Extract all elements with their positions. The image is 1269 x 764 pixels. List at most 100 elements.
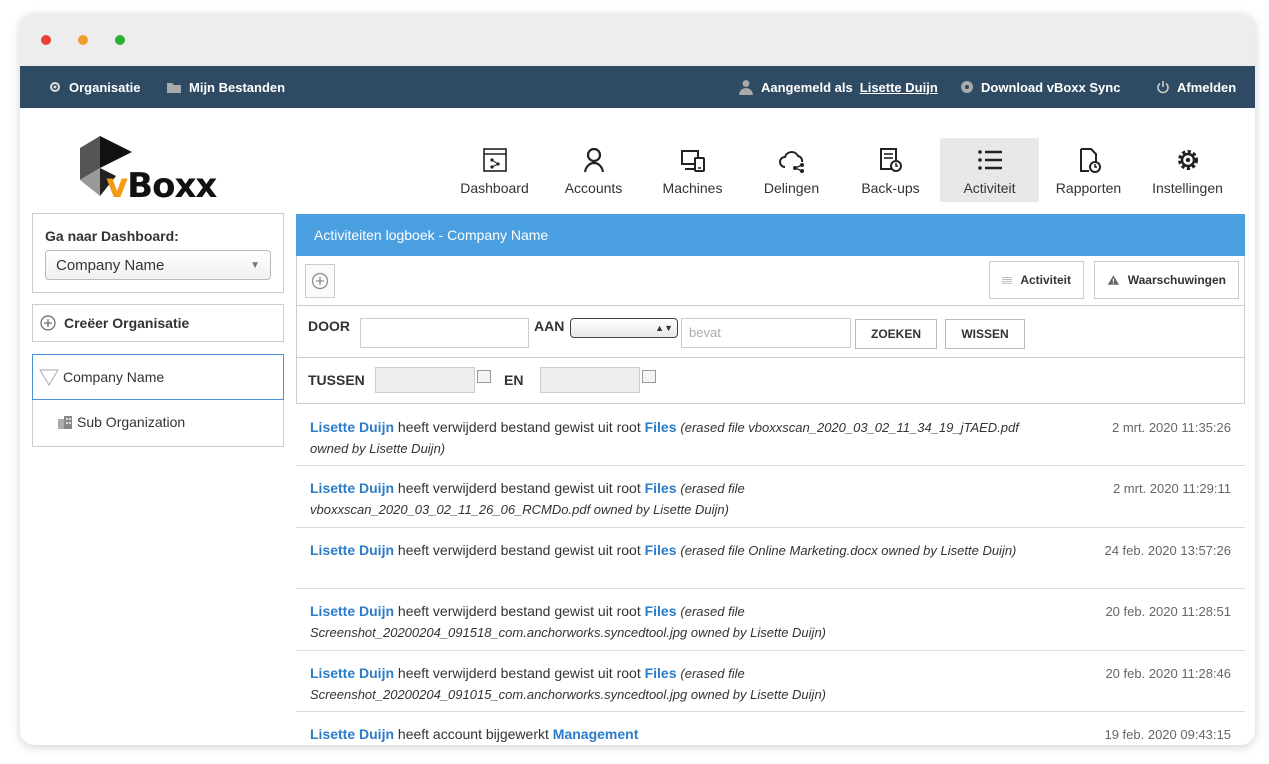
dashboard-select-value: Company Name — [56, 256, 165, 274]
entry-target-link[interactable]: Files — [645, 419, 677, 435]
mijn-bestanden-link[interactable]: Mijn Bestanden — [166, 66, 285, 108]
building-icon — [58, 416, 72, 429]
nav-accounts[interactable]: Accounts — [544, 138, 643, 202]
entry-user-link[interactable]: Lisette Duijn — [310, 665, 394, 681]
nav-back-ups[interactable]: Back-ups — [841, 138, 940, 202]
main-navigation: Dashboard Accounts Machines Delingen Bac… — [445, 138, 1237, 204]
entry-action: heeft verwijderd bestand gewist uit root — [394, 664, 645, 681]
zoeken-label: ZOEKEN — [870, 327, 921, 341]
organisatie-link[interactable]: Organisatie — [48, 66, 141, 108]
dashboard-selector-label: Ga naar Dashboard: — [45, 228, 179, 244]
download-sync-link[interactable]: Download vBoxx Sync — [960, 66, 1120, 108]
add-filter-button[interactable] — [305, 264, 335, 298]
plus-circle-icon — [40, 315, 56, 331]
chevron-down-icon: ▼ — [250, 259, 260, 271]
wissen-button[interactable]: WISSEN — [945, 319, 1025, 349]
nav-rapporten-label: Rapporten — [1055, 180, 1122, 196]
entry-action: heeft verwijderd bestand gewist uit root — [394, 480, 645, 497]
cloud-share-icon — [778, 151, 804, 173]
zoeken-button[interactable]: ZOEKEN — [855, 319, 937, 349]
list-item: Lisette Duijn heeft verwijderd bestand g… — [296, 405, 1245, 467]
door-label: DOOR — [308, 318, 350, 334]
list-item: Lisette Duijn heeft verwijderd bestand g… — [296, 651, 1245, 712]
nav-activiteit[interactable]: Activiteit — [940, 138, 1039, 202]
tree-item-sub-organization[interactable]: Sub Organization — [33, 399, 283, 445]
entry-text: Lisette Duijn heeft verwijderd bestand g… — [310, 478, 1020, 520]
nav-delingen[interactable]: Delingen — [742, 138, 841, 202]
nav-instellingen[interactable]: Instellingen — [1138, 138, 1237, 202]
afmelden-link[interactable]: Afmelden — [1156, 66, 1236, 108]
entry-detail: (erased file Online Marketing.docx owned… — [680, 542, 1017, 558]
aan-select[interactable]: ▲▼ — [570, 318, 678, 338]
bevat-input[interactable]: bevat — [681, 318, 851, 348]
nav-dashboard[interactable]: Dashboard — [445, 138, 544, 202]
date-to-input[interactable] — [540, 367, 640, 393]
nav-machines-label: Machines — [662, 180, 723, 196]
tree-item-company[interactable]: Company Name — [32, 354, 284, 400]
entry-text: Lisette Duijn heeft verwijderd bestand g… — [310, 417, 1020, 459]
entry-text: Lisette Duijn heeft account bijgewerkt M… — [310, 724, 1020, 745]
list-item: Lisette Duijn heeft verwijderd bestand g… — [296, 528, 1245, 590]
activiteit-filter-button[interactable]: Activiteit — [989, 261, 1084, 299]
create-organisation-button[interactable]: Creëer Organisatie — [32, 304, 284, 342]
folder-icon — [167, 83, 181, 93]
door-input[interactable] — [360, 318, 529, 348]
organisatie-label: Organisatie — [69, 79, 141, 95]
download-sync-label: Download vBoxx Sync — [981, 79, 1121, 95]
activiteit-filter-label: Activiteit — [1020, 273, 1071, 287]
entry-user-link[interactable]: Lisette Duijn — [310, 542, 394, 558]
logo-letter-v: v — [106, 166, 128, 206]
entry-target-link[interactable]: Files — [645, 665, 677, 681]
waarschuwingen-filter-button[interactable]: Waarschuwingen — [1094, 261, 1239, 299]
entry-target-link[interactable]: Management — [553, 726, 639, 742]
entry-target-link[interactable]: Files — [645, 603, 677, 619]
waarschuwingen-filter-label: Waarschuwingen — [1127, 273, 1226, 287]
gear-icon — [50, 82, 60, 92]
calendar-icon[interactable] — [642, 370, 656, 383]
entry-timestamp: 24 feb. 2020 13:57:26 — [1104, 542, 1231, 558]
wissen-label: WISSEN — [961, 327, 1009, 341]
entry-target-link[interactable]: Files — [645, 480, 677, 496]
lines-icon — [1002, 277, 1013, 284]
entry-user-link[interactable]: Lisette Duijn — [310, 603, 394, 619]
filter-row-search: DOOR AAN ▲▼ bevat ZOEKEN WISSEN — [296, 306, 1245, 358]
top-navigation-bar: Organisatie Mijn Bestanden Aangemeld als… — [20, 66, 1255, 108]
entry-text: Lisette Duijn heeft verwijderd bestand g… — [310, 663, 1020, 705]
gear-icon — [1177, 150, 1198, 170]
entry-user-link[interactable]: Lisette Duijn — [310, 480, 394, 496]
list-icon — [977, 150, 1002, 170]
entry-action: heeft account bijgewerkt — [394, 725, 553, 742]
entry-timestamp: 20 feb. 2020 11:28:46 — [1105, 665, 1231, 681]
user-icon — [583, 147, 604, 173]
backup-icon — [879, 148, 902, 172]
warning-icon — [1107, 275, 1119, 285]
entry-user-link[interactable]: Lisette Duijn — [310, 726, 394, 742]
entry-action: heeft verwijderd bestand gewist uit root — [394, 541, 645, 558]
calendar-icon[interactable] — [477, 370, 491, 383]
entry-user-link[interactable]: Lisette Duijn — [310, 419, 394, 435]
power-icon — [1157, 81, 1169, 94]
title-bar — [20, 14, 1255, 66]
dashboard-select[interactable]: Company Name ▼ — [45, 250, 271, 280]
user-profile-link[interactable]: Lisette Duijn — [860, 80, 938, 95]
minimize-window-button[interactable] — [78, 35, 88, 45]
organisation-tree: Company Name Sub Organization — [32, 354, 284, 447]
entry-target-link[interactable]: Files — [645, 542, 677, 558]
en-label: EN — [504, 372, 524, 388]
maximize-window-button[interactable] — [115, 35, 125, 45]
close-window-button[interactable] — [41, 35, 51, 45]
tussen-label: TUSSEN — [308, 372, 365, 388]
vboxx-logo[interactable]: vBoxx — [80, 136, 220, 206]
triangle-down-icon[interactable] — [39, 368, 59, 386]
entry-action: heeft verwijderd bestand gewist uit root — [394, 419, 645, 435]
nav-activiteit-label: Activiteit — [963, 180, 1016, 196]
nav-machines[interactable]: Machines — [643, 138, 742, 202]
entry-text: Lisette Duijn heeft verwijderd bestand g… — [310, 601, 1020, 643]
nav-rapporten[interactable]: Rapporten — [1039, 138, 1138, 202]
entry-timestamp: 19 feb. 2020 09:43:15 — [1104, 726, 1231, 742]
user-icon — [739, 80, 753, 95]
logo-text: vBoxx — [106, 166, 217, 206]
tree-item-sub-organization-label: Sub Organization — [77, 414, 186, 430]
list-item: Lisette Duijn heeft verwijderd bestand g… — [296, 466, 1245, 528]
date-from-input[interactable] — [375, 367, 475, 393]
